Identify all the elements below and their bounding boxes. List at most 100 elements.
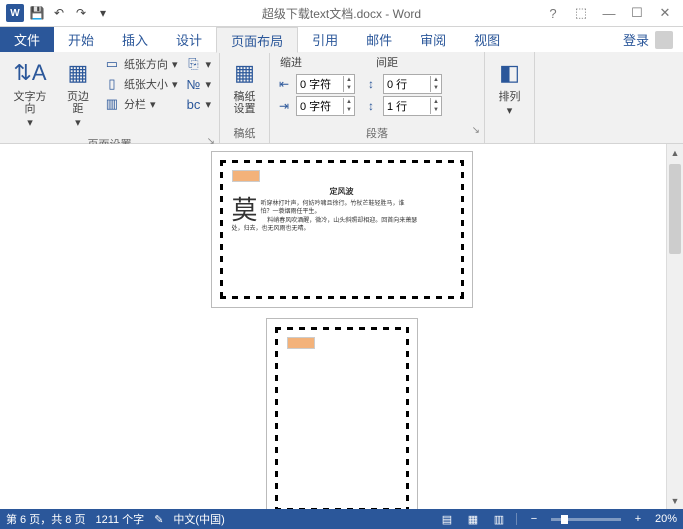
text-direction-icon: ⇅A [14, 57, 46, 89]
tab-insert[interactable]: 插入 [108, 27, 162, 52]
word-count[interactable]: 1211 个字 [95, 511, 144, 527]
group-arrange: ◧ 排列 ▾ [485, 52, 535, 143]
zoom-handle[interactable] [561, 515, 568, 524]
spacing-title: 间距 [376, 54, 398, 72]
maximize-button[interactable]: ☐ [623, 2, 651, 24]
page-header-logo [287, 337, 315, 349]
indent-right-icon: ⇥ [276, 98, 292, 114]
indent-left-spinner[interactable]: ▲▼ [296, 74, 355, 94]
line-numbers-button[interactable]: №▾ [183, 75, 213, 93]
qat-customize-button[interactable]: ▾ [92, 2, 114, 24]
tab-references[interactable]: 引用 [298, 27, 352, 52]
arrange-icon: ◧ [494, 57, 526, 89]
zoom-in-button[interactable]: + [629, 512, 647, 526]
columns-button[interactable]: ▥分栏 ▾ [102, 95, 180, 113]
spin-up-icon[interactable]: ▲ [431, 76, 441, 84]
close-icon: ✕ [660, 5, 671, 21]
spacing-before-input[interactable] [384, 78, 430, 90]
spacing-after-spinner[interactable]: ▲▼ [383, 96, 442, 116]
maximize-icon: ☐ [631, 5, 643, 21]
page-7[interactable] [267, 319, 417, 509]
hyphenation-icon: bc [185, 96, 201, 112]
redo-icon: ↷ [76, 6, 86, 20]
margins-button[interactable]: ▦ 页边距 ▾ [58, 55, 98, 131]
group-label-manuscript: 稿纸 [220, 123, 269, 143]
group-label-paragraph: 段落↘ [270, 123, 484, 143]
spin-down-icon[interactable]: ▼ [344, 84, 354, 92]
spin-up-icon[interactable]: ▲ [431, 98, 441, 106]
indent-left-icon: ⇤ [276, 76, 292, 92]
language-status[interactable]: 中文(中国) [173, 511, 224, 527]
manuscript-settings-button[interactable]: ▦ 稿纸 设置 [225, 55, 265, 117]
page-header-logo [232, 170, 260, 182]
group-manuscript: ▦ 稿纸 设置 稿纸 [220, 52, 270, 143]
paragraph-dialog-launcher[interactable]: ↘ [472, 125, 480, 136]
tab-page-layout[interactable]: 页面布局 [216, 27, 298, 53]
minimize-icon: — [603, 6, 616, 21]
size-button[interactable]: ▯纸张大小 ▾ [102, 75, 180, 93]
app-icon[interactable]: W [4, 2, 26, 24]
scroll-up-button[interactable]: ▲ [667, 144, 683, 161]
close-button[interactable]: ✕ [651, 2, 679, 24]
vertical-scrollbar[interactable]: ▲ ▼ [666, 144, 683, 509]
scroll-thumb[interactable] [669, 164, 681, 254]
breaks-icon: ⎘ [185, 56, 201, 72]
status-bar: 第 6 页，共 8 页 1211 个字 ✎ 中文(中国) ▤ ▦ ▥ − + 2… [0, 509, 683, 529]
zoom-level[interactable]: 20% [655, 513, 677, 525]
group-page-setup: ⇅A 文字方向 ▾ ▦ 页边距 ▾ ▭纸张方向 ▾ ▯纸张大小 ▾ ▥分栏 ▾ … [0, 52, 220, 143]
indent-title: 缩进 [280, 54, 302, 72]
document-body: 莫 听穿林打叶声，何妨吟啸且徐行。竹杖芒鞋轻胜马，谁 怕？一蓑烟雨任平生。 料峭… [232, 200, 452, 234]
indent-right-spinner[interactable]: ▲▼ [296, 96, 355, 116]
orientation-button[interactable]: ▭纸张方向 ▾ [102, 55, 180, 73]
tab-view[interactable]: 视图 [460, 27, 514, 52]
tab-home[interactable]: 开始 [54, 27, 108, 52]
indent-right-input[interactable] [297, 100, 343, 112]
ribbon-options-icon: ⬚ [575, 5, 587, 21]
dropcap: 莫 [232, 200, 258, 222]
spacing-after-icon: ↕ [363, 98, 379, 114]
spin-up-icon[interactable]: ▲ [344, 98, 354, 106]
login-link[interactable]: 登录 [623, 30, 649, 49]
tab-design[interactable]: 设计 [162, 27, 216, 52]
spin-down-icon[interactable]: ▼ [431, 84, 441, 92]
ribbon: ⇅A 文字方向 ▾ ▦ 页边距 ▾ ▭纸张方向 ▾ ▯纸张大小 ▾ ▥分栏 ▾ … [0, 52, 683, 144]
scroll-down-button[interactable]: ▼ [667, 492, 683, 509]
ribbon-display-button[interactable]: ⬚ [567, 2, 595, 24]
ribbon-tabs: 文件 开始 插入 设计 页面布局 引用 邮件 审阅 视图 登录 [0, 27, 683, 52]
zoom-out-button[interactable]: − [525, 512, 543, 526]
indent-left-input[interactable] [297, 78, 343, 90]
undo-icon: ↶ [54, 6, 64, 20]
hyphenation-button[interactable]: bc▾ [183, 95, 213, 113]
manuscript-icon: ▦ [229, 57, 261, 89]
read-mode-button[interactable]: ▤ [438, 512, 456, 526]
save-button[interactable]: 💾 [26, 2, 48, 24]
spacing-before-icon: ↕ [363, 76, 379, 92]
text-direction-button[interactable]: ⇅A 文字方向 ▾ [6, 55, 54, 131]
spin-up-icon[interactable]: ▲ [344, 76, 354, 84]
orientation-icon: ▭ [104, 56, 120, 72]
title-bar: W 💾 ↶ ↷ ▾ 超级下载text文档.docx - Word ? ⬚ — ☐… [0, 0, 683, 27]
spin-down-icon[interactable]: ▼ [344, 106, 354, 114]
tab-mailings[interactable]: 邮件 [352, 27, 406, 52]
minimize-button[interactable]: — [595, 2, 623, 24]
spacing-before-spinner[interactable]: ▲▼ [383, 74, 442, 94]
page-6[interactable]: 定风波 莫 听穿林打叶声，何妨吟啸且徐行。竹杖芒鞋轻胜马，谁 怕？一蓑烟雨任平生… [212, 152, 472, 307]
zoom-slider[interactable] [551, 518, 621, 521]
group-label-arrange [485, 139, 534, 143]
breaks-button[interactable]: ⎘▾ [183, 55, 213, 73]
undo-button[interactable]: ↶ [48, 2, 70, 24]
line-numbers-icon: № [185, 76, 201, 92]
avatar-icon[interactable] [655, 31, 673, 49]
document-canvas[interactable]: 定风波 莫 听穿林打叶声，何妨吟啸且徐行。竹杖芒鞋轻胜马，谁 怕？一蓑烟雨任平生… [0, 144, 683, 509]
proofing-icon[interactable]: ✎ [154, 513, 163, 526]
print-layout-button[interactable]: ▦ [464, 512, 482, 526]
tab-file[interactable]: 文件 [0, 27, 54, 52]
tab-review[interactable]: 审阅 [406, 27, 460, 52]
help-button[interactable]: ? [539, 2, 567, 24]
spin-down-icon[interactable]: ▼ [431, 106, 441, 114]
arrange-button[interactable]: ◧ 排列 ▾ [490, 55, 530, 119]
web-layout-button[interactable]: ▥ [490, 512, 508, 526]
redo-button[interactable]: ↷ [70, 2, 92, 24]
page-info[interactable]: 第 6 页，共 8 页 [6, 511, 85, 527]
spacing-after-input[interactable] [384, 100, 430, 112]
